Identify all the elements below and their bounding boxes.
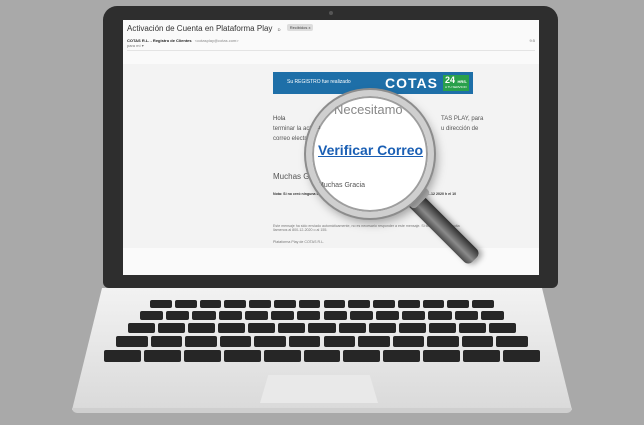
keyboard-key — [199, 300, 222, 308]
keyboard-key — [166, 311, 190, 320]
keyboard-key — [298, 300, 321, 308]
keyboard-key — [338, 323, 366, 333]
keyboard-key — [174, 300, 197, 308]
laptop-illustration: Activación de Cuenta en Plataforma Play … — [0, 0, 644, 425]
keyboard-key — [263, 350, 301, 362]
keyboard-key — [244, 311, 269, 320]
keyboard-key — [375, 311, 400, 320]
keyboard-key — [397, 300, 420, 308]
keyboard-key — [192, 311, 216, 320]
keyboard-key — [323, 300, 346, 308]
keyboard-key — [308, 323, 336, 333]
keyboard-key — [373, 300, 395, 308]
keyboard-key — [454, 311, 478, 320]
keyboard-key — [218, 323, 246, 333]
keyboard-key — [150, 336, 183, 347]
keyboard-key — [402, 311, 426, 320]
keyboard-key — [150, 300, 172, 308]
keyboard-key — [383, 350, 421, 362]
keyboard-key — [348, 300, 371, 308]
keyboard-key — [249, 300, 271, 308]
keyboard-key — [143, 350, 181, 362]
keyboard-key — [188, 323, 216, 333]
keyboard-key — [218, 311, 242, 320]
keyboard-key — [278, 323, 306, 333]
keyboard-key — [496, 336, 528, 347]
keyboard-key — [427, 336, 459, 347]
keyboard-key — [488, 323, 516, 333]
keyboard-key — [271, 311, 295, 320]
keyboard-key — [254, 336, 286, 347]
keyboard-key — [128, 323, 156, 333]
keyboard-key — [343, 350, 381, 362]
keyboard-key — [423, 350, 461, 362]
keyboard-key — [428, 323, 456, 333]
keyboard-key — [358, 336, 390, 347]
keyboard-key — [392, 336, 425, 347]
keyboard-key — [422, 300, 445, 308]
keyboard-key — [104, 350, 141, 362]
keyboard-key — [158, 323, 186, 333]
keyboard-key — [349, 311, 373, 320]
keyboard-key — [224, 300, 247, 308]
keyboard-key — [461, 336, 494, 347]
keyboard-key — [273, 300, 296, 308]
keyboard-key — [323, 336, 356, 347]
keyboard-key — [140, 311, 164, 320]
keyboard — [0, 0, 644, 425]
keyboard-key — [323, 311, 347, 320]
keyboard-key — [303, 350, 341, 362]
keyboard-key — [288, 336, 321, 347]
keyboard-key — [297, 311, 321, 320]
keyboard-key — [248, 323, 276, 333]
keyboard-key — [116, 336, 148, 347]
keyboard-key — [463, 350, 501, 362]
keyboard-key — [398, 323, 426, 333]
keyboard-key — [447, 300, 470, 308]
keyboard-key — [428, 311, 452, 320]
keyboard-key — [368, 323, 396, 333]
keyboard-key — [480, 311, 504, 320]
keyboard-key — [185, 336, 217, 347]
keyboard-key — [223, 350, 261, 362]
keyboard-key — [472, 300, 494, 308]
keyboard-key — [503, 350, 540, 362]
keyboard-key — [458, 323, 486, 333]
trackpad — [260, 375, 378, 403]
keyboard-key — [183, 350, 221, 362]
keyboard-key — [219, 336, 252, 347]
